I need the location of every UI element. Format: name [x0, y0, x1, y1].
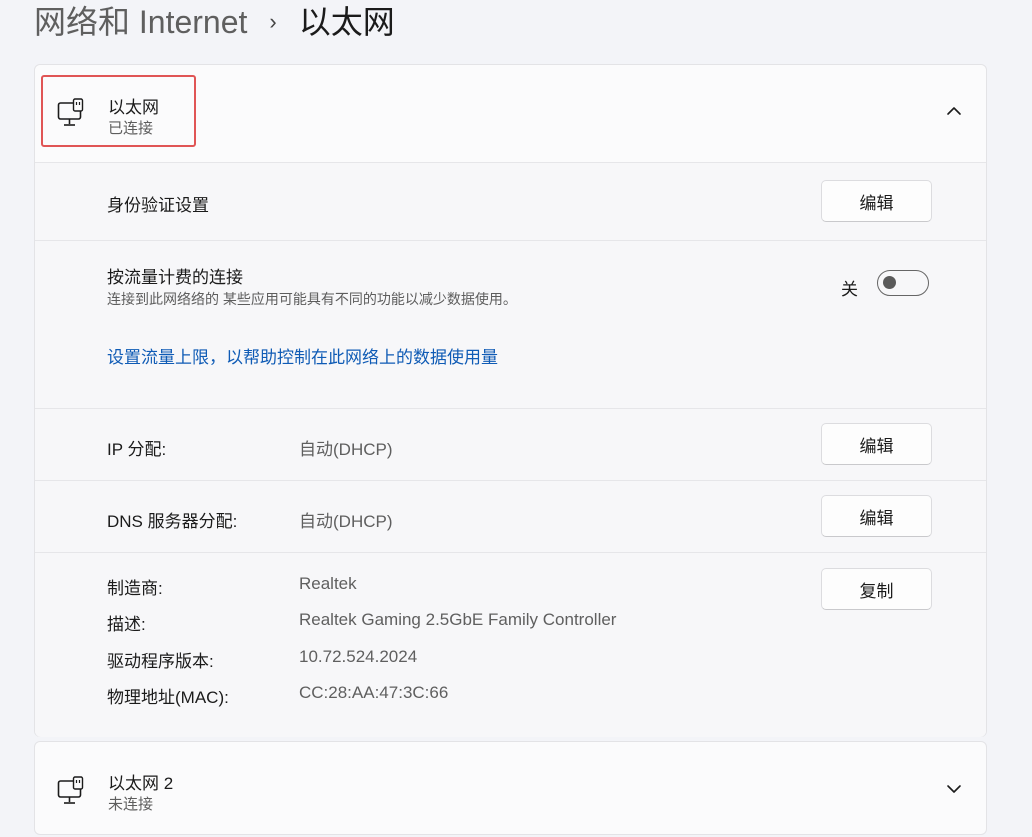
chevron-up-icon[interactable]: [944, 101, 964, 121]
auth-settings-row: 身份验证设置 编辑: [35, 163, 986, 241]
dns-edit-button[interactable]: 编辑: [821, 495, 932, 537]
metered-description: 连接到此网络络的 某些应用可能具有不同的功能以减少数据使用。: [107, 291, 517, 307]
adapter-header[interactable]: 以太网 已连接: [35, 65, 986, 163]
adapter-details-row: 制造商: Realtek 描述: Realtek Gaming 2.5GbE F…: [35, 553, 986, 737]
copy-button[interactable]: 复制: [821, 568, 932, 610]
manufacturer-label: 制造商:: [107, 579, 163, 598]
metered-toggle-state: 关: [841, 280, 858, 299]
description-value: Realtek Gaming 2.5GbE Family Controller: [299, 610, 617, 629]
breadcrumb-separator: ›: [269, 9, 277, 34]
page-title: 以太网: [298, 4, 395, 40]
description-label: 描述:: [107, 615, 146, 634]
metered-connection-row: 按流量计费的连接 连接到此网络络的 某些应用可能具有不同的功能以减少数据使用。 …: [35, 241, 986, 409]
driver-version-label: 驱动程序版本:: [107, 652, 214, 671]
adapter-status: 已连接: [108, 120, 154, 137]
metered-label: 按流量计费的连接: [107, 268, 243, 287]
dns-assignment-value: 自动(DHCP): [299, 512, 393, 531]
mac-address-value: CC:28:AA:47:3C:66: [299, 683, 449, 702]
ip-edit-button[interactable]: 编辑: [821, 423, 932, 465]
ip-assignment-label: IP 分配:: [107, 440, 167, 459]
ethernet-2-adapter-card[interactable]: 以太网 2 未连接: [34, 741, 987, 835]
mac-address-label: 物理地址(MAC):: [107, 688, 229, 707]
manufacturer-value: Realtek: [299, 574, 357, 593]
driver-version-value: 10.72.524.2024: [299, 647, 418, 666]
breadcrumb-parent[interactable]: 网络和 Internet: [34, 0, 247, 44]
toggle-knob: [883, 276, 896, 289]
ip-assignment-value: 自动(DHCP): [299, 440, 393, 459]
ethernet-icon: [57, 98, 84, 126]
adapter-2-status: 未连接: [108, 796, 154, 813]
auth-edit-button[interactable]: 编辑: [821, 180, 932, 222]
adapter-name: 以太网: [108, 98, 159, 117]
adapter-2-name: 以太网 2: [108, 774, 174, 793]
ethernet-adapter-card: 以太网 已连接 身份验证设置 编辑 按流量计费的连接 连接到此网络络的 某些应用…: [34, 64, 987, 737]
ip-assignment-row: IP 分配: 自动(DHCP) 编辑: [35, 409, 986, 481]
breadcrumb: 网络和 Internet › 以太网: [34, 0, 395, 44]
auth-settings-label: 身份验证设置: [107, 196, 209, 215]
dns-assignment-row: DNS 服务器分配: 自动(DHCP) 编辑: [35, 481, 986, 553]
ethernet-icon: [57, 776, 84, 804]
dns-assignment-label: DNS 服务器分配:: [107, 512, 238, 531]
chevron-down-icon[interactable]: [944, 779, 964, 799]
data-limit-link[interactable]: 设置流量上限，以帮助控制在此网络上的数据使用量: [107, 343, 498, 368]
metered-toggle[interactable]: [877, 270, 929, 296]
